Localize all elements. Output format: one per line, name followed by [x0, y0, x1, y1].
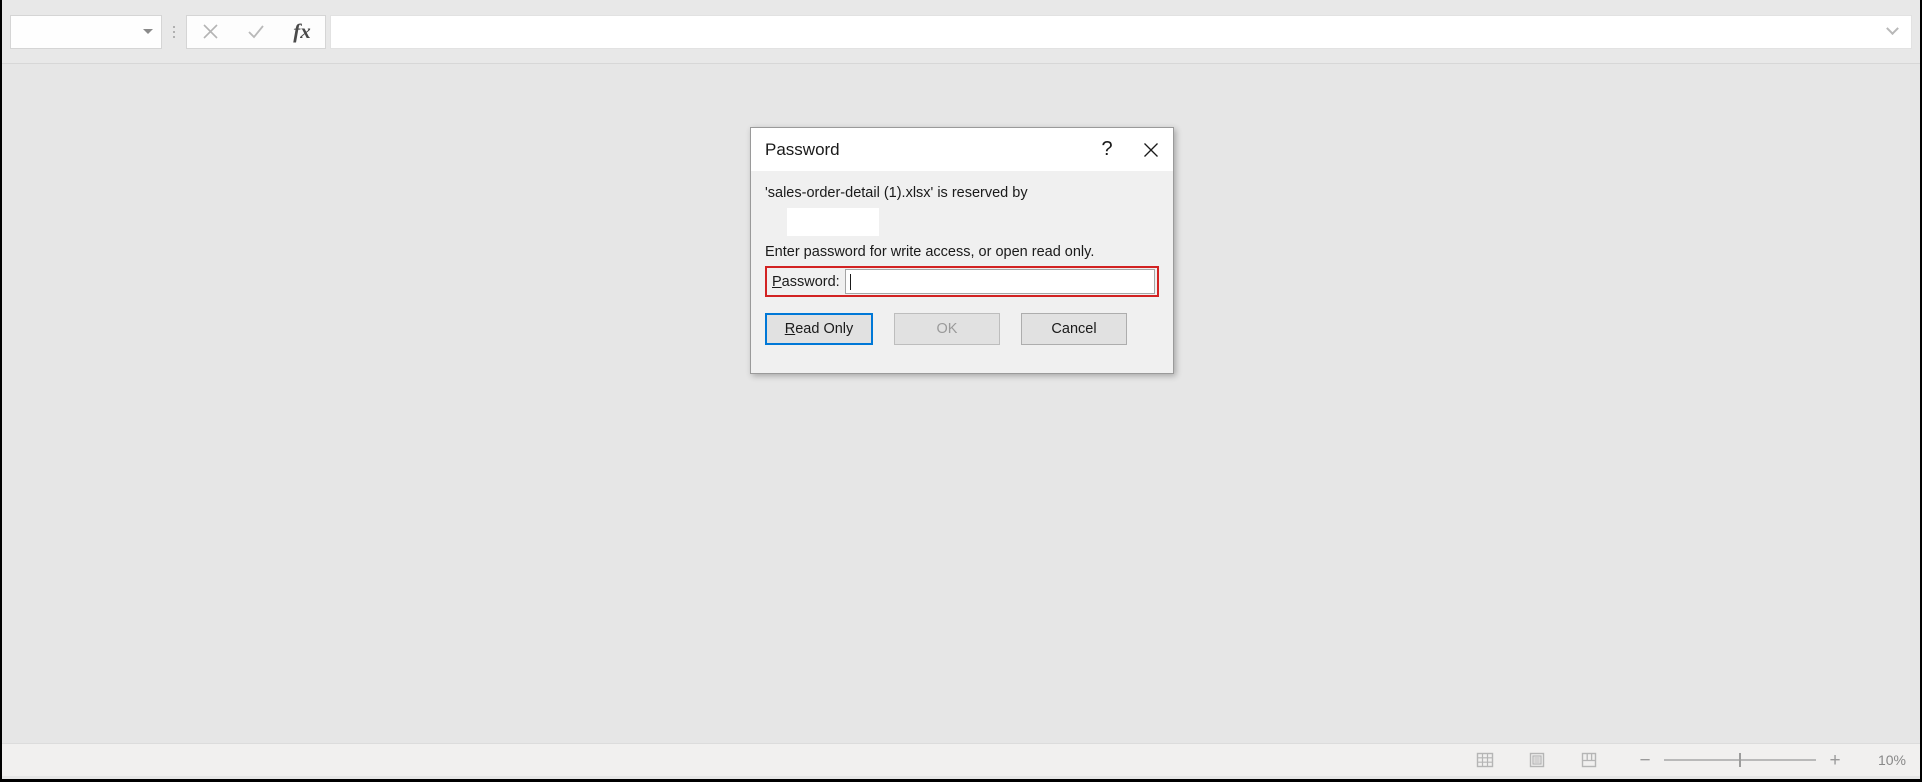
zoom-slider[interactable] [1664, 748, 1816, 772]
read-only-accesskey: R [784, 321, 796, 337]
read-only-label: ead Only [795, 321, 854, 337]
instruction-message: Enter password for write access, or open… [765, 244, 1095, 260]
formula-actions: fx [186, 14, 326, 49]
chevron-down-icon[interactable] [141, 25, 155, 39]
page-break-preview-view-icon[interactable] [1576, 749, 1602, 771]
reserved-by-message: 'sales-order-detail (1).xlsx' is reserve… [765, 185, 1028, 201]
zoom-control: − + 10% [1632, 748, 1906, 772]
password-input[interactable] [845, 269, 1155, 294]
password-label: Password: [769, 274, 845, 290]
dialog-title-bar: Password ? [751, 128, 1173, 171]
excel-window: fx − + 10% Password ? 'sales-order-detai… [0, 0, 1922, 782]
ok-button[interactable]: OK [894, 313, 1000, 345]
name-box[interactable] [10, 14, 162, 49]
normal-view-icon[interactable] [1472, 749, 1498, 771]
status-bar: − + 10% [2, 743, 1920, 776]
formula-bar-grip[interactable] [162, 12, 186, 52]
dialog-buttons: Read Only OK Cancel [765, 313, 1159, 345]
cancel-formula-button[interactable] [187, 16, 233, 48]
zoom-slider-thumb[interactable] [1739, 753, 1741, 767]
zoom-level-label[interactable]: 10% [1854, 752, 1906, 768]
password-field-highlight: Password: [765, 266, 1159, 297]
zoom-out-button[interactable]: − [1632, 748, 1658, 772]
enter-formula-button[interactable] [233, 16, 279, 48]
zoom-in-button[interactable]: + [1822, 748, 1848, 772]
dialog-body: 'sales-order-detail (1).xlsx' is reserve… [751, 171, 1173, 375]
formula-input[interactable] [330, 14, 1912, 49]
close-icon[interactable] [1129, 128, 1173, 171]
expand-formula-bar-icon[interactable] [1881, 16, 1903, 48]
password-label-accesskey: P [772, 273, 782, 290]
password-dialog: Password ? 'sales-order-detail (1).xlsx'… [750, 127, 1174, 374]
cancel-button[interactable]: Cancel [1021, 313, 1127, 345]
password-label-rest: assword: [781, 273, 840, 290]
read-only-button[interactable]: Read Only [765, 313, 873, 345]
formula-bar: fx [2, 0, 1920, 64]
help-icon[interactable]: ? [1085, 128, 1129, 171]
text-caret [850, 273, 851, 290]
page-layout-view-icon[interactable] [1524, 749, 1550, 771]
dialog-title: Password [765, 139, 840, 159]
reserved-by-username [787, 208, 879, 236]
view-buttons [1472, 749, 1602, 771]
insert-function-icon[interactable]: fx [279, 16, 325, 48]
